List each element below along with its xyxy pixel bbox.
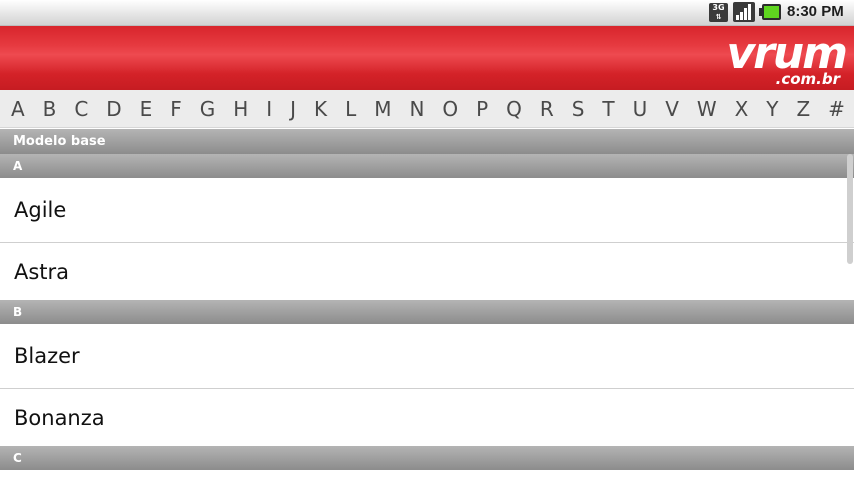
- index-letter-s[interactable]: S: [572, 97, 585, 121]
- index-letter-t[interactable]: T: [602, 97, 614, 121]
- index-letter-f[interactable]: F: [170, 97, 182, 121]
- section-header-b: B: [0, 300, 854, 324]
- section-header-a: A: [0, 154, 854, 178]
- index-letter-u[interactable]: U: [633, 97, 648, 121]
- index-letter-r[interactable]: R: [540, 97, 554, 121]
- clock: 8:30 PM: [787, 3, 844, 20]
- vrum-logo: vrum .com.br: [700, 28, 852, 90]
- index-letter-q[interactable]: Q: [506, 97, 522, 121]
- 3g-data-icon: 3G ⇅: [709, 3, 728, 22]
- list-item-agile[interactable]: Agile: [0, 178, 854, 242]
- battery-icon: [759, 4, 781, 20]
- index-letter-a[interactable]: A: [11, 97, 25, 121]
- logo-domain: .com.br: [775, 70, 840, 88]
- index-letter-n[interactable]: N: [409, 97, 424, 121]
- index-letter-i[interactable]: I: [266, 97, 272, 121]
- index-letter-b[interactable]: B: [43, 97, 57, 121]
- list-item-label: Astra: [14, 259, 70, 284]
- index-letter-m[interactable]: M: [374, 97, 391, 121]
- index-letter-o[interactable]: O: [442, 97, 458, 121]
- index-letter-e[interactable]: E: [140, 97, 153, 121]
- index-letter-j[interactable]: J: [290, 97, 296, 121]
- index-letter-z[interactable]: Z: [796, 97, 810, 121]
- index-letter-k[interactable]: K: [314, 97, 327, 121]
- index-letter-y[interactable]: Y: [766, 97, 778, 121]
- index-letter-hash[interactable]: #: [828, 97, 845, 121]
- status-bar: 3G ⇅ 8:30 PM: [0, 0, 854, 26]
- alphabet-index: A B C D E F G H I J K L M N O P Q R S T …: [0, 90, 854, 128]
- list-item-label: Blazer: [14, 344, 80, 368]
- scrollbar[interactable]: [847, 154, 853, 264]
- index-letter-v[interactable]: V: [665, 97, 679, 121]
- index-letter-p[interactable]: P: [476, 97, 488, 121]
- signal-icon: [733, 2, 755, 22]
- index-letter-w[interactable]: W: [697, 97, 717, 121]
- index-letter-d[interactable]: D: [106, 97, 121, 121]
- index-letter-h[interactable]: H: [233, 97, 248, 121]
- index-letter-x[interactable]: X: [735, 97, 749, 121]
- list-title: Modelo base: [0, 129, 854, 154]
- list-item-astra[interactable]: Astra: [0, 243, 854, 300]
- list-item-label: Bonanza: [14, 405, 105, 430]
- index-letter-c[interactable]: C: [74, 97, 88, 121]
- section-header-c: C: [0, 446, 854, 470]
- list-item-bonanza[interactable]: Bonanza: [0, 389, 854, 446]
- index-letter-g[interactable]: G: [200, 97, 216, 121]
- list-item-partial[interactable]: [0, 470, 854, 480]
- network-type-label: 3G: [712, 3, 725, 12]
- list-item-label: Agile: [14, 198, 67, 222]
- list-item-blazer[interactable]: Blazer: [0, 324, 854, 388]
- index-letter-l[interactable]: L: [345, 97, 356, 121]
